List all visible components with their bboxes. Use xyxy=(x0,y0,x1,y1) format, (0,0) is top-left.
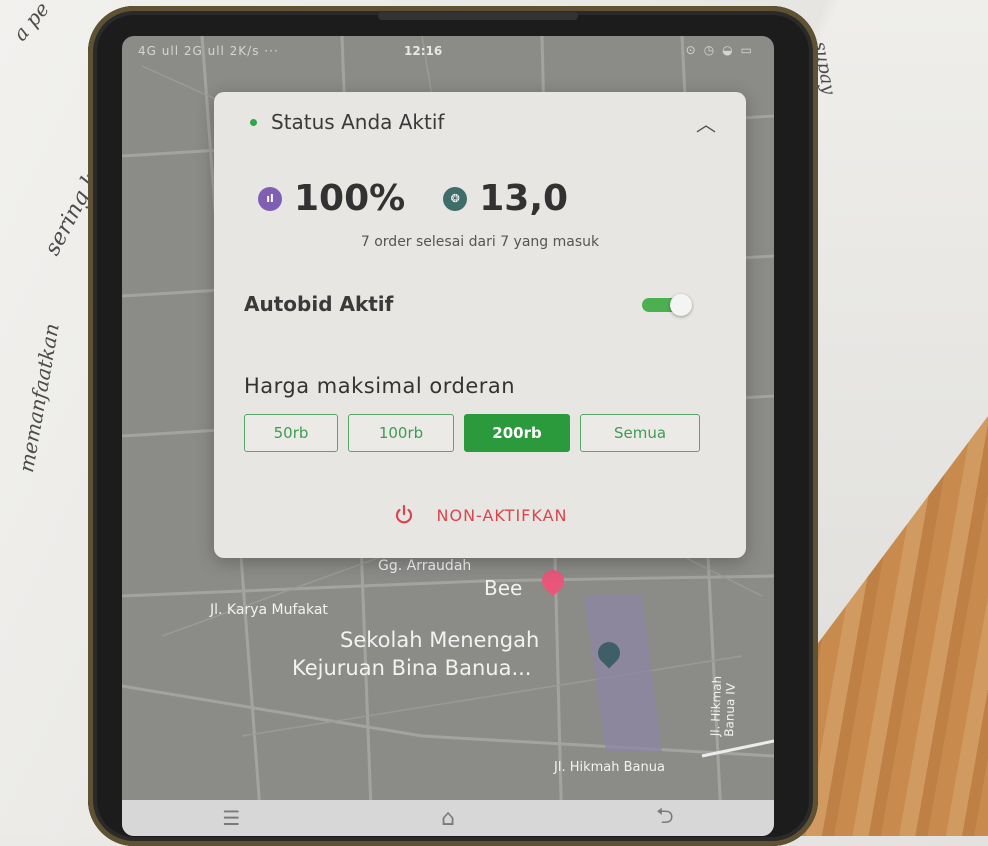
chart-icon: ıl xyxy=(258,186,282,211)
map-label-street: Jl. Hikmah Banua IV xyxy=(708,675,738,737)
price-option-50rb[interactable]: 50rb xyxy=(244,414,338,452)
metrics-row: ıl 100% ❂ 13,0 xyxy=(258,178,568,219)
phone-screen: 4G ull 2G ull 2K/s ··· 12:16 ⊙ ◷ ◒ ▭ Gg.… xyxy=(122,36,774,836)
price-option-200rb[interactable]: 200rb xyxy=(464,414,570,452)
chevron-up-icon[interactable]: ︿ xyxy=(696,108,716,137)
alarm-icon: ◷ xyxy=(703,43,715,57)
deactivate-button[interactable]: NON-AKTIFKAN xyxy=(214,504,746,526)
completion-rate: 100% xyxy=(294,178,406,219)
map-label-school[interactable]: Sekolah Menengah xyxy=(340,628,539,652)
autobid-label: Autobid Aktif xyxy=(244,292,394,316)
price-options: 50rb 100rb 200rb Semua xyxy=(244,414,700,452)
price-option-semua[interactable]: Semua xyxy=(580,414,700,452)
status-bar: 4G ull 2G ull 2K/s ··· 12:16 ⊙ ◷ ◒ ▭ xyxy=(122,36,774,66)
autobid-toggle[interactable] xyxy=(642,294,700,316)
toggle-thumb xyxy=(670,294,692,316)
map-label-school[interactable]: Kejuruan Bina Banua... xyxy=(292,656,531,680)
score-value: 13,0 xyxy=(479,178,569,219)
phone-speaker xyxy=(378,12,578,20)
medal-icon: ❂ xyxy=(443,186,468,211)
wifi-icon: ◒ xyxy=(722,43,733,57)
completion-metric: ıl 100% xyxy=(258,178,405,219)
clock: 12:16 xyxy=(404,44,443,58)
status-label: Status Anda Aktif xyxy=(271,110,445,134)
status-row: Status Anda Aktif xyxy=(250,110,444,134)
price-option-100rb[interactable]: 100rb xyxy=(348,414,454,452)
map-label-place: Bee xyxy=(484,576,523,600)
status-dot-icon xyxy=(250,118,257,126)
score-metric: ❂ 13,0 xyxy=(443,178,568,219)
orders-info: 7 order selesai dari 7 yang masuk xyxy=(360,234,600,250)
price-title: Harga maksimal orderan xyxy=(244,374,516,398)
back-icon[interactable]: ⮌ xyxy=(656,799,674,836)
location-icon: ⊙ xyxy=(685,43,696,57)
map-label-street: Gg. Arraudah xyxy=(378,558,472,574)
map-label-street: Jl. Karya Mufakat xyxy=(210,602,328,618)
map-label-street: Jl. Hikmah Banua xyxy=(554,760,665,775)
battery-icon: ▭ xyxy=(740,43,752,57)
home-icon[interactable]: ⌂ xyxy=(441,806,455,831)
menu-icon[interactable]: ☰ xyxy=(222,806,240,830)
power-icon xyxy=(395,504,412,524)
deactivate-label: NON-AKTIFKAN xyxy=(436,505,568,525)
navigation-bar: ☰ ⌂ ⮌ xyxy=(122,800,774,836)
phone-device: 4G ull 2G ull 2K/s ··· 12:16 ⊙ ◷ ◒ ▭ Gg.… xyxy=(88,6,818,846)
signal-indicator: 4G ull 2G ull 2K/s ··· xyxy=(138,44,279,58)
status-card: Status Anda Aktif ︿ ıl 100% ❂ 13,0 7 ord… xyxy=(214,92,746,558)
